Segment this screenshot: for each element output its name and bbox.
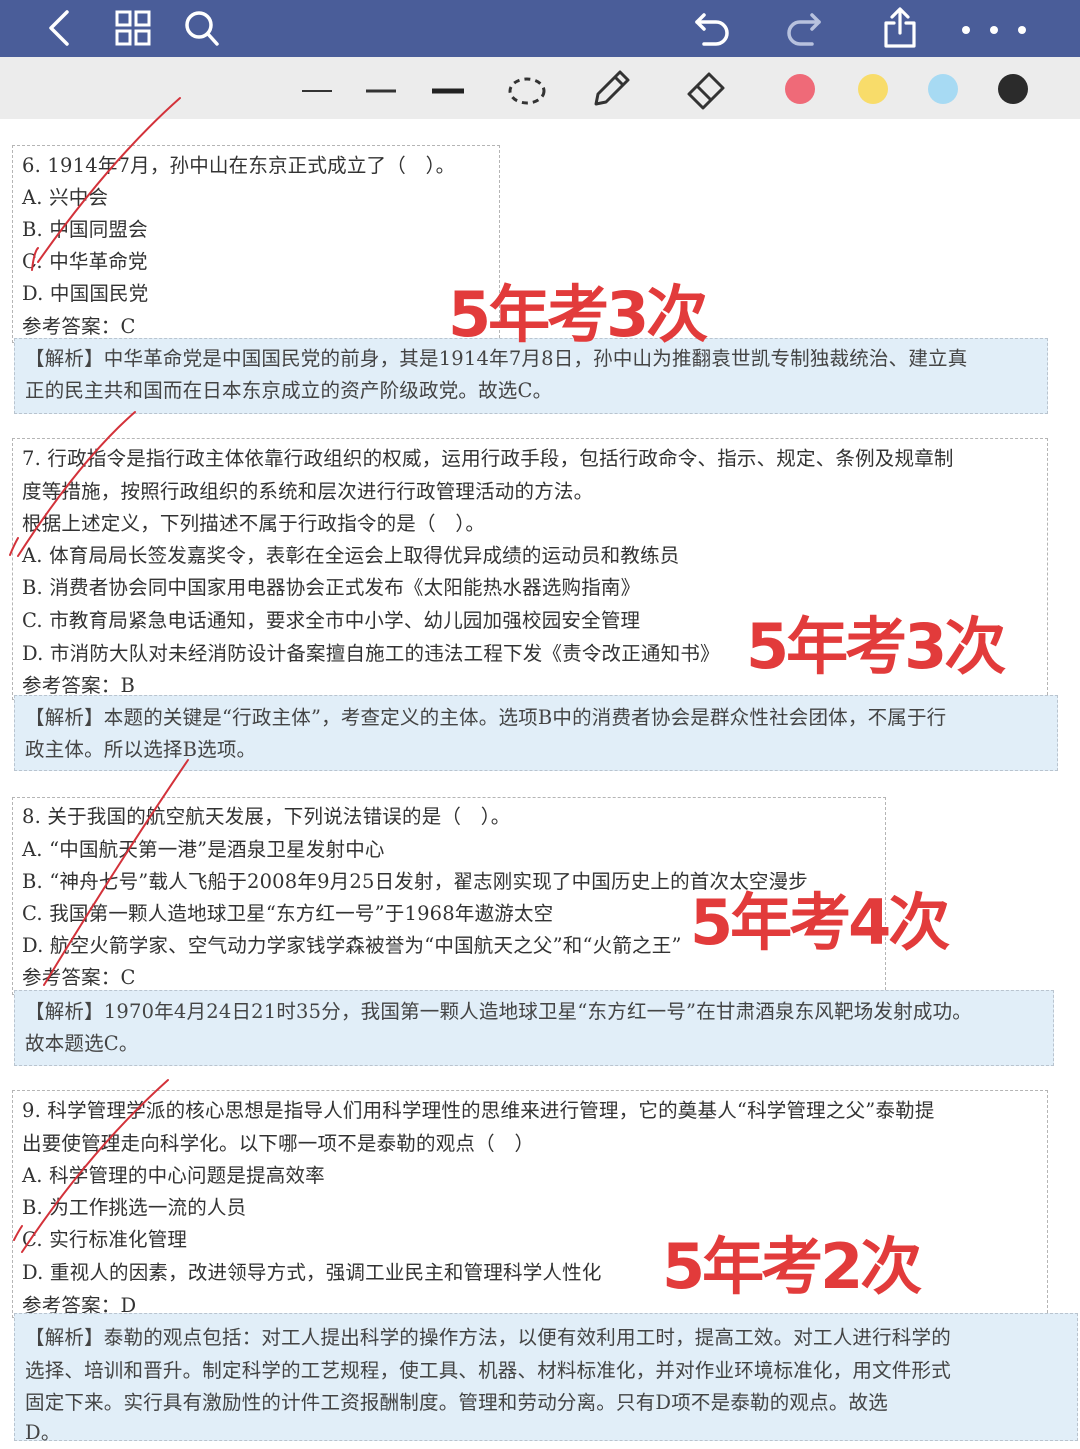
analysis-line: 正的民主共和国而在日本东京成立的资产阶级政党。故选C。 xyxy=(25,379,553,402)
color-swatch-black[interactable] xyxy=(998,74,1028,104)
analysis-line: 故本题选C。 xyxy=(25,1032,139,1055)
analysis-line: 【解析】1970年4月24日21时35分，我国第一颗人造地球卫星“东方红一号”在… xyxy=(25,1000,973,1023)
question-7-option-b: B. 消费者协会同中国家用电器协会正式发布《太阳能热水器选购指南》 xyxy=(22,576,641,599)
thin-line-icon[interactable] xyxy=(300,76,334,110)
question-9-option-d: D. 重视人的因素，改进领导方式，强调工业民主和管理科学人性化 xyxy=(22,1261,602,1284)
analysis-line: 【解析】泰勒的观点包括：对工人提出科学的操作方法，以便有效利用工时，提高工效。对… xyxy=(25,1326,951,1349)
eraser-icon[interactable] xyxy=(683,66,729,116)
color-swatch-yellow[interactable] xyxy=(858,74,888,104)
exam-frequency-stamp: 5年考3次 xyxy=(448,278,708,351)
chevron-left-icon[interactable] xyxy=(38,6,82,50)
question-9-analysis: 【解析】泰勒的观点包括：对工人提出科学的操作方法，以便有效利用工时，提高工效。对… xyxy=(14,1313,1078,1444)
question-8-analysis: 【解析】1970年4月24日21时35分，我国第一颗人造地球卫星“东方红一号”在… xyxy=(14,990,1054,1066)
question-6-option-a: A. 兴中会 xyxy=(22,186,109,209)
exam-frequency-stamp: 5年考4次 xyxy=(690,886,950,959)
more-icon[interactable] xyxy=(956,6,1036,50)
question-8-option-c: C. 我国第一颗人造地球卫星“东方红一号”于1968年遨游太空 xyxy=(22,902,554,925)
color-swatch-red[interactable] xyxy=(785,74,815,104)
analysis-line: 固定下来。实行具有激励性的计件工资报酬制度。管理和劳动分离。只有D项不是泰勒的观… xyxy=(25,1391,888,1414)
question-7-stem-cont: 度等措施，按照行政组织的系统和层次进行行政管理活动的方法。 xyxy=(22,480,594,503)
question-7-option-c: C. 市教育局紧急电话通知，要求全市中小学、幼儿园加强校园安全管理 xyxy=(22,609,641,632)
question-6-option-b: B. 中国同盟会 xyxy=(22,218,148,241)
question-8-stem: 8. 关于我国的航空航天发展，下列说法错误的是（ ）。 xyxy=(22,805,511,828)
analysis-line: 选择、培训和晋升。制定科学的工艺规程，使工具、机器、材料标准化，并对作业环境标准… xyxy=(25,1359,951,1382)
question-6-stem: 6. 1914年7月，孙中山在东京正式成立了（ ）。 xyxy=(22,154,456,177)
question-9-stem: 9. 科学管理学派的核心思想是指导人们用科学理性的思维来进行管理，它的奠基人“科… xyxy=(22,1099,935,1122)
question-6-option-c: C. 中华革命党 xyxy=(22,250,148,273)
redo-icon[interactable] xyxy=(782,6,826,50)
search-icon[interactable] xyxy=(180,6,224,50)
medium-line-icon[interactable] xyxy=(364,76,398,110)
analysis-line: D。 xyxy=(25,1421,61,1444)
question-9-stem-cont: 出要使管理走向科学化。以下哪一项不是泰勒的观点（ ） xyxy=(22,1132,535,1155)
question-7-option-d: D. 市消防大队对未经消防设计备案擅自施工的违法工程下发《责令改正通知书》 xyxy=(22,642,720,665)
thick-line-icon[interactable] xyxy=(430,76,466,110)
share-icon[interactable] xyxy=(878,6,922,50)
analysis-line: 【解析】本题的关键是“行政主体”，考查定义的主体。选项B中的消费者协会是群众性社… xyxy=(25,706,947,729)
question-7-analysis: 【解析】本题的关键是“行政主体”，考查定义的主体。选项B中的消费者协会是群众性社… xyxy=(14,695,1058,771)
question-7-stem: 7. 行政指令是指行政主体依靠行政组织的权威，运用行政手段，包括行政命令、指示、… xyxy=(22,447,954,470)
undo-icon[interactable] xyxy=(690,6,734,50)
exam-frequency-stamp: 5年考3次 xyxy=(746,610,1006,683)
question-7-prompt: 根据上述定义，下列描述不属于行政指令的是（ ）。 xyxy=(22,512,486,535)
analysis-line: 政主体。所以选择B选项。 xyxy=(25,738,257,761)
question-8-option-d: D. 航空火箭学家、空气动力学家钱学森被誉为“中国航天之父”和“火箭之王” xyxy=(22,934,682,957)
exam-frequency-stamp: 5年考2次 xyxy=(662,1230,922,1303)
question-6-option-d: D. 中国国民党 xyxy=(22,282,149,305)
pencil-icon[interactable] xyxy=(588,66,634,116)
question-9-option-b: B. 为工作挑选一流的人员 xyxy=(22,1196,247,1219)
color-swatch-blue[interactable] xyxy=(928,74,958,104)
question-9-option-a: A. 科学管理的中心问题是提高效率 xyxy=(22,1164,325,1187)
question-9-option-c: C. 实行标准化管理 xyxy=(22,1228,188,1251)
lasso-icon[interactable] xyxy=(505,72,549,114)
top-navigation-bar xyxy=(0,0,1080,57)
question-8-option-a: A. “中国航天第一港”是酒泉卫星发射中心 xyxy=(22,838,385,861)
grid-icon[interactable] xyxy=(111,6,155,50)
question-7-option-a: A. 体育局局长签发嘉奖令，表彰在全运会上取得优异成绩的运动员和教练员 xyxy=(22,544,680,567)
